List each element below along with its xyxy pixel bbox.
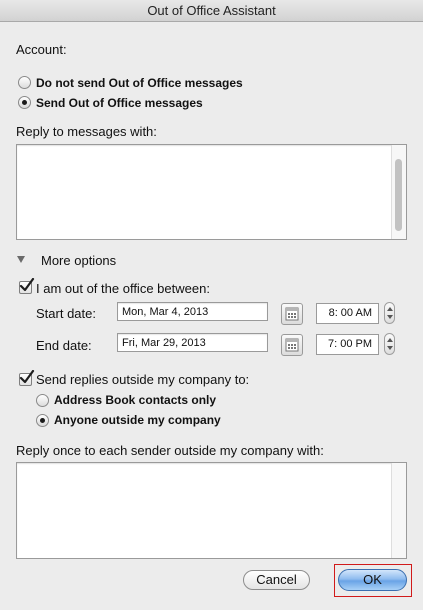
- outside-reply-textarea[interactable]: [16, 462, 407, 559]
- end-date-field[interactable]: Fri, Mar 29, 2013: [117, 333, 268, 352]
- reply-label: Reply to messages with:: [16, 124, 157, 139]
- out-of-office-label[interactable]: I am out of the office between:: [36, 281, 210, 296]
- end-date-label: End date:: [36, 338, 92, 353]
- start-time-stepper[interactable]: [384, 302, 395, 324]
- out-of-office-checkbox[interactable]: [19, 278, 35, 294]
- start-date-label: Start date:: [36, 306, 96, 321]
- radio-anyone-outside[interactable]: [36, 414, 49, 427]
- cancel-button[interactable]: Cancel: [243, 570, 310, 590]
- title-bar: Out of Office Assistant: [0, 0, 423, 22]
- radio-do-not-send[interactable]: [18, 76, 31, 89]
- start-calendar-button[interactable]: [281, 303, 303, 325]
- send-outside-label[interactable]: Send replies outside my company to:: [36, 372, 249, 387]
- checkmark-icon: [19, 370, 35, 384]
- end-time-field[interactable]: 7: 00 PM: [316, 334, 379, 355]
- reply-textarea[interactable]: [16, 144, 407, 240]
- send-outside-checkbox[interactable]: [19, 370, 35, 386]
- outside-reply-label: Reply once to each sender outside my com…: [16, 443, 324, 458]
- end-time-stepper[interactable]: [384, 333, 395, 355]
- radio-anyone-outside-label[interactable]: Anyone outside my company: [54, 413, 221, 427]
- radio-send-label[interactable]: Send Out of Office messages: [36, 96, 203, 110]
- calendar-icon: [285, 307, 299, 321]
- end-time-down-icon[interactable]: [387, 346, 393, 350]
- account-label: Account:: [16, 42, 67, 57]
- radio-address-book[interactable]: [36, 394, 49, 407]
- calendar-icon: [285, 338, 299, 352]
- outside-reply-scrollbar[interactable]: [391, 463, 406, 558]
- more-options-label[interactable]: More options: [41, 253, 116, 268]
- ok-button[interactable]: OK: [338, 569, 407, 591]
- start-date-field[interactable]: Mon, Mar 4, 2013: [117, 302, 268, 321]
- radio-address-book-label[interactable]: Address Book contacts only: [54, 393, 216, 407]
- end-time-up-icon[interactable]: [387, 338, 393, 342]
- start-time-down-icon[interactable]: [387, 315, 393, 319]
- radio-do-not-send-label[interactable]: Do not send Out of Office messages: [36, 76, 243, 90]
- radio-send[interactable]: [18, 96, 31, 109]
- window-title: Out of Office Assistant: [147, 3, 276, 18]
- checkmark-icon: [19, 278, 35, 292]
- start-time-up-icon[interactable]: [387, 307, 393, 311]
- start-time-field[interactable]: 8: 00 AM: [316, 303, 379, 324]
- disclosure-triangle-icon[interactable]: [17, 256, 25, 263]
- reply-scrollbar[interactable]: [391, 145, 406, 239]
- end-calendar-button[interactable]: [281, 334, 303, 356]
- reply-scroll-thumb[interactable]: [395, 159, 402, 231]
